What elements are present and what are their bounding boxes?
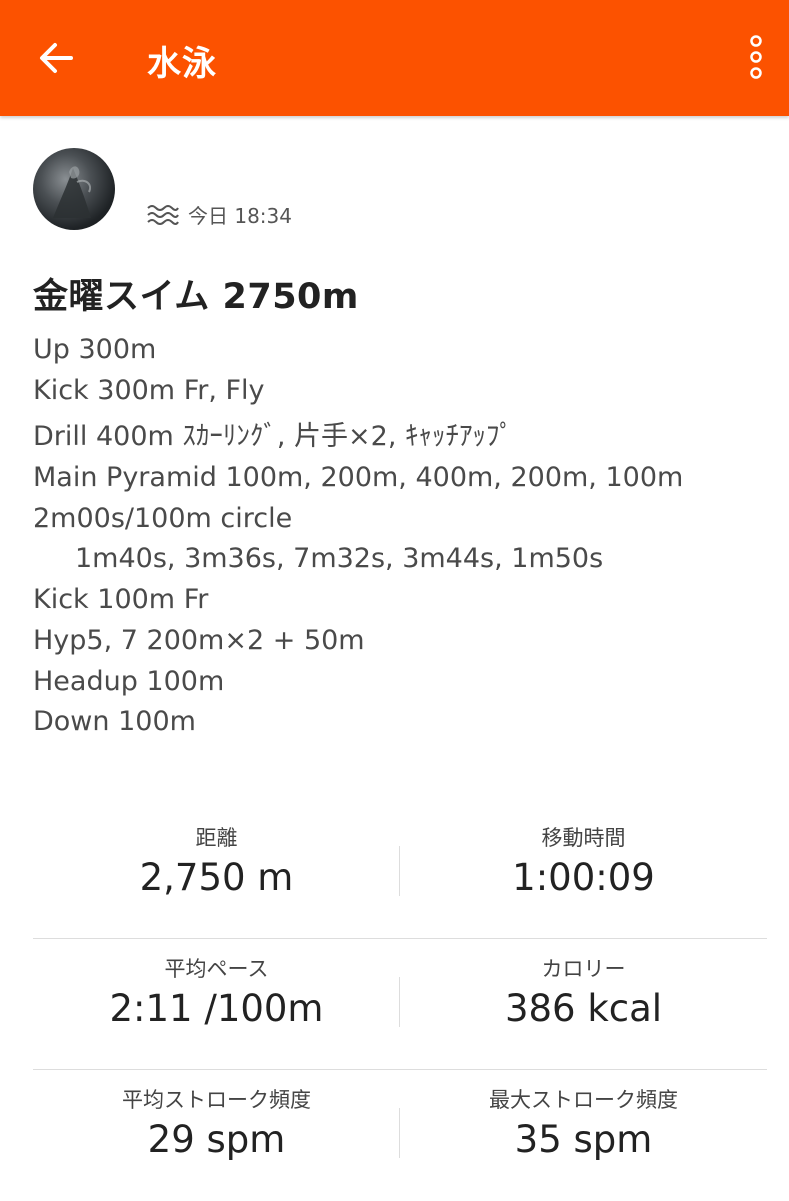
activity-title: 金曜スイム 2750m bbox=[33, 277, 359, 317]
stat-avg-stroke-rate: 平均ストローク頻度 29 spm bbox=[33, 1070, 400, 1201]
more-vertical-icon bbox=[748, 34, 764, 84]
description-line: Down 100m bbox=[33, 706, 196, 738]
arrow-left-icon bbox=[38, 42, 74, 78]
description-line: Up 300m bbox=[33, 334, 157, 365]
more-options-button[interactable] bbox=[738, 32, 774, 86]
description-line: 1m40s, 3m36s, 7m32s, 3m44s, 1m50s bbox=[75, 543, 604, 575]
back-button[interactable] bbox=[30, 36, 82, 84]
description-line: Kick 100m Fr bbox=[33, 584, 209, 616]
description-line: 2m00s/100m circle bbox=[33, 502, 293, 534]
stat-label: 距離 bbox=[195, 826, 238, 850]
stat-label: 平均ペース bbox=[164, 957, 269, 981]
stat-label: 平均ストローク頻度 bbox=[122, 1088, 311, 1112]
stat-value: 29 spm bbox=[147, 1118, 286, 1161]
stat-moving-time: 移動時間 1:00:09 bbox=[400, 808, 767, 939]
stat-label: 最大ストローク頻度 bbox=[489, 1088, 678, 1112]
stat-label: カロリー bbox=[541, 957, 626, 981]
app-bar: 水泳 bbox=[0, 0, 789, 116]
description-line: Main Pyramid 100m, 200m, 400m, 200m, 100… bbox=[33, 462, 684, 494]
stat-value: 386 kcal bbox=[504, 987, 663, 1030]
description-line: Kick 300m Fr, Fly bbox=[33, 374, 265, 406]
activity-timestamp: 今日 18:34 bbox=[188, 203, 292, 228]
stat-value: 1:00:09 bbox=[512, 856, 655, 899]
description-line: Headup 100m bbox=[33, 665, 225, 697]
page-title: 水泳 bbox=[147, 44, 217, 84]
activity-description: Up 300m Kick 300m Fr, Fly Drill 400m ｽｶｰ… bbox=[33, 330, 773, 743]
stat-max-stroke-rate: 最大ストローク頻度 35 spm bbox=[400, 1070, 767, 1201]
stat-value: 2:11 /100m bbox=[109, 987, 324, 1030]
avatar[interactable] bbox=[33, 148, 115, 230]
stat-row: 平均ストローク頻度 29 spm 最大ストローク頻度 35 spm bbox=[33, 1070, 767, 1201]
stat-calories: カロリー 386 kcal bbox=[400, 939, 767, 1070]
stat-value: 35 spm bbox=[514, 1118, 653, 1161]
stats-grid: 距離 2,750 m 移動時間 1:00:09 平均ペース 2:11 /100m… bbox=[33, 808, 767, 1201]
stat-avg-pace: 平均ペース 2:11 /100m bbox=[33, 939, 400, 1070]
description-line: Hyp5, 7 200m×2 + 50m bbox=[33, 624, 365, 656]
stat-row: 平均ペース 2:11 /100m カロリー 386 kcal bbox=[33, 939, 767, 1070]
stat-row: 距離 2,750 m 移動時間 1:00:09 bbox=[33, 808, 767, 939]
stat-label: 移動時間 bbox=[541, 826, 626, 850]
description-line: Drill 400m ｽｶｰﾘﾝｸﾞ, 片手×2, ｷｬｯﾁｱｯﾌﾟ bbox=[33, 421, 514, 453]
activity-meta: 今日 18:34 bbox=[146, 199, 292, 229]
stat-value: 2,750 m bbox=[139, 856, 294, 899]
stat-distance: 距離 2,750 m bbox=[33, 808, 400, 939]
swim-waves-icon bbox=[146, 201, 180, 227]
